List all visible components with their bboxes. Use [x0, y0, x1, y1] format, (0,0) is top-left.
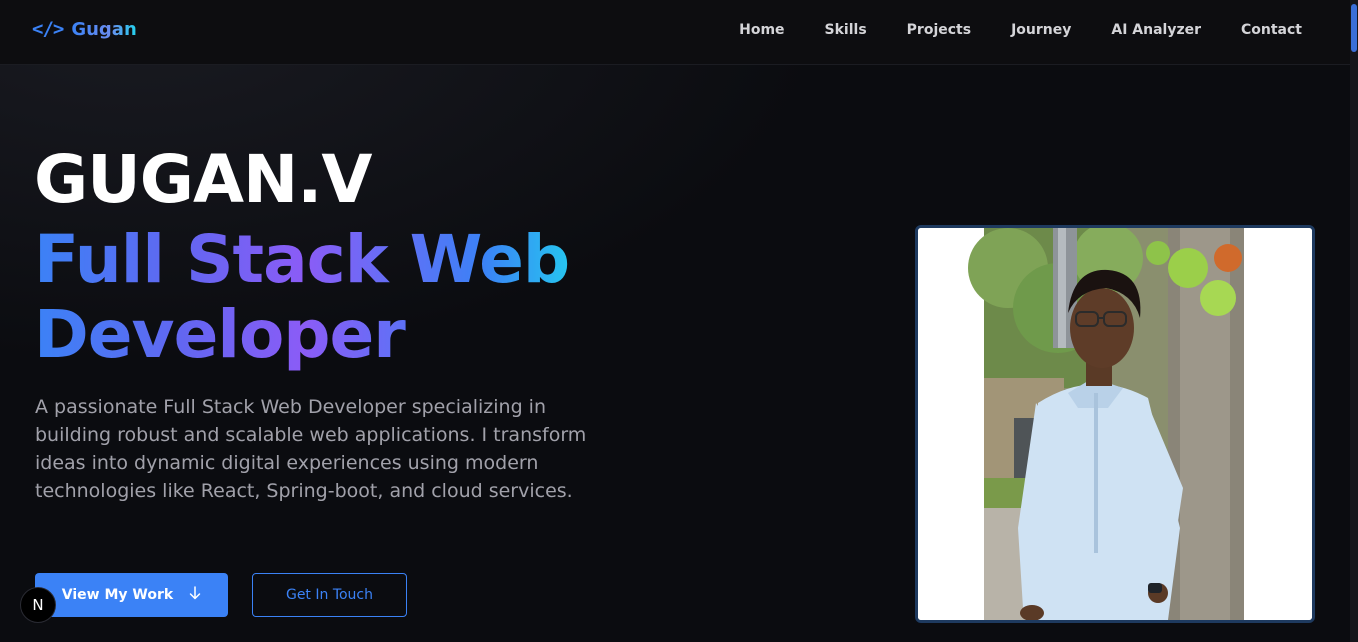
arrow-down-icon: [189, 586, 201, 604]
scrollbar-thumb[interactable]: [1351, 4, 1357, 52]
hero-description: A passionate Full Stack Web Developer sp…: [35, 396, 587, 502]
get-in-touch-button[interactable]: Get In Touch: [252, 573, 407, 617]
nav-link-skills[interactable]: Skills: [825, 22, 867, 38]
nav-link-projects[interactable]: Projects: [907, 22, 971, 38]
nav-link-contact[interactable]: Contact: [1241, 22, 1302, 38]
brand-logo[interactable]: </> Gugan: [32, 18, 137, 40]
nav-links: Home Skills Projects Journey AI Analyzer…: [739, 22, 1302, 38]
view-my-work-label: View My Work: [61, 587, 174, 603]
hero-role-title: Full Stack Web Developer: [34, 222, 634, 372]
nextjs-badge-letter: N: [32, 596, 44, 614]
top-navbar: </> Gugan Home Skills Projects Journey A…: [0, 0, 1350, 65]
get-in-touch-label: Get In Touch: [285, 587, 374, 603]
profile-photo-image: [918, 228, 1312, 620]
brand-name: Gugan: [71, 18, 137, 40]
code-icon: </>: [32, 18, 64, 40]
hero-name: GUGAN.V: [34, 141, 372, 218]
nav-link-home[interactable]: Home: [739, 22, 784, 38]
nav-link-journey[interactable]: Journey: [1011, 22, 1071, 38]
profile-photo: [915, 225, 1315, 623]
nav-link-ai-analyzer[interactable]: AI Analyzer: [1111, 22, 1201, 38]
page-scrollbar[interactable]: [1350, 0, 1358, 642]
nextjs-dev-badge[interactable]: N: [20, 587, 56, 623]
view-my-work-button[interactable]: View My Work: [35, 573, 228, 617]
